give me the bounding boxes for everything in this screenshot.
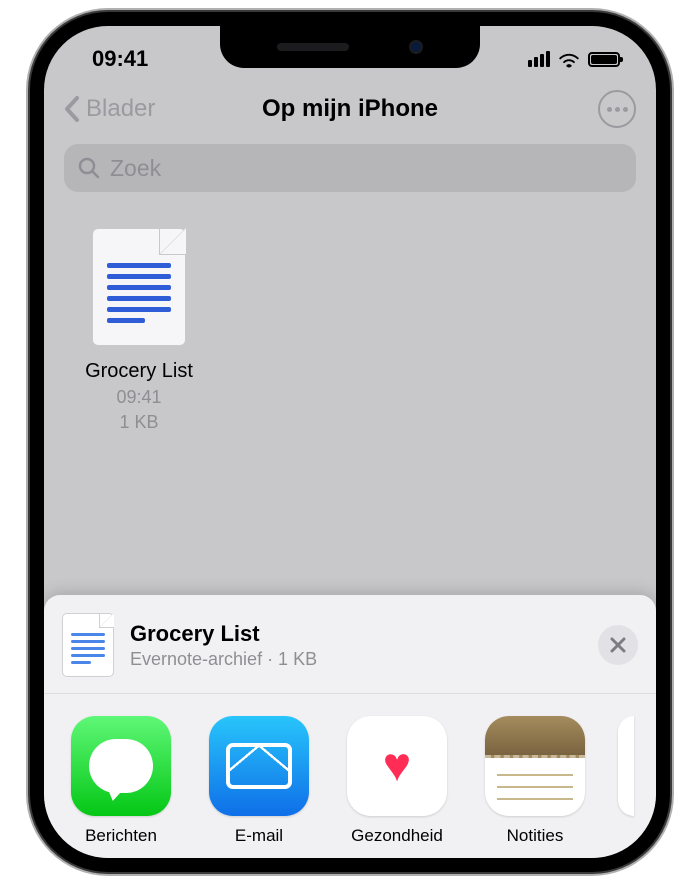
share-sheet: Grocery List Evernote-archief · 1 KB Ber…	[44, 595, 656, 858]
search-icon	[78, 157, 100, 179]
search-field[interactable]: Zoek	[64, 144, 636, 192]
back-label: Blader	[86, 95, 155, 123]
app-label: Berichten	[66, 826, 176, 846]
file-grid: Grocery List 09:41 1 KB	[44, 204, 656, 457]
share-sheet-header: Grocery List Evernote-archief · 1 KB	[44, 595, 656, 694]
search-placeholder: Zoek	[110, 155, 161, 182]
share-item-subtitle: Evernote-archief · 1 KB	[130, 649, 582, 670]
share-app-overflow[interactable]	[618, 716, 634, 816]
back-button[interactable]: Blader	[64, 95, 155, 123]
chevron-left-icon	[64, 96, 80, 122]
share-app-mail[interactable]: E-mail	[204, 716, 314, 846]
battery-icon	[588, 52, 620, 67]
share-apps-row[interactable]: Berichten E-mail ♥ Gezondheid	[44, 694, 656, 858]
wifi-icon	[558, 50, 580, 68]
document-icon	[92, 228, 186, 346]
cellular-signal-icon	[528, 51, 550, 67]
more-options-button[interactable]	[598, 90, 636, 128]
share-app-notes[interactable]: Notities	[480, 716, 590, 846]
close-icon	[610, 637, 626, 653]
share-app-messages[interactable]: Berichten	[66, 716, 176, 846]
file-time: 09:41	[74, 387, 204, 408]
nav-bar: Blader Op mijn iPhone	[44, 80, 656, 138]
front-camera	[409, 40, 423, 54]
health-icon: ♥	[347, 716, 447, 816]
share-item-title: Grocery List	[130, 621, 582, 647]
screen: 09:41 Blader Op mijn iPhone	[44, 26, 656, 858]
file-size: 1 KB	[74, 412, 204, 433]
notch	[220, 26, 480, 68]
file-name: Grocery List	[74, 360, 204, 383]
device-frame: 09:41 Blader Op mijn iPhone	[30, 12, 670, 872]
share-thumbnail-icon	[62, 613, 114, 677]
share-app-health[interactable]: ♥ Gezondheid	[342, 716, 452, 846]
app-label: E-mail	[204, 826, 314, 846]
file-item[interactable]: Grocery List 09:41 1 KB	[74, 228, 204, 433]
app-label: Gezondheid	[342, 826, 452, 846]
app-label: Notities	[480, 826, 590, 846]
messages-icon	[71, 716, 171, 816]
speaker-grille	[277, 43, 349, 51]
notes-icon	[485, 716, 585, 816]
close-button[interactable]	[598, 625, 638, 665]
status-time: 09:41	[92, 46, 148, 72]
mail-icon	[209, 716, 309, 816]
